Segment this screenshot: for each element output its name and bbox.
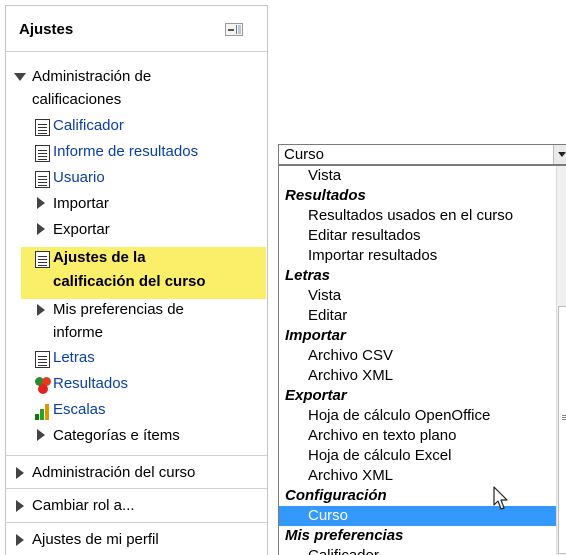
cambiar-rol-node[interactable]: Cambiar rol a... xyxy=(32,494,135,517)
admin-curso-node[interactable]: Administración del curso xyxy=(32,461,195,484)
dock-block-icon[interactable] xyxy=(225,23,243,36)
collapsed-arrow-icon[interactable] xyxy=(16,534,24,546)
option-group-label: Exportar xyxy=(285,387,347,404)
option[interactable]: Vista xyxy=(279,286,557,306)
option[interactable]: Hoja de cálculo OpenOffice xyxy=(279,406,557,426)
letters-page-icon xyxy=(35,351,50,368)
option-group-label: Resultados xyxy=(285,187,366,204)
grade-admin-node-line1[interactable]: Administración de xyxy=(32,65,151,88)
option-selected[interactable]: Curso xyxy=(279,506,557,526)
option[interactable]: Hoja de cálculo Excel xyxy=(279,446,557,466)
divider xyxy=(6,522,267,523)
ajustes-calificacion-line1[interactable]: Ajustes de la xyxy=(53,246,146,269)
collapsed-arrow-icon[interactable] xyxy=(37,304,45,316)
exportar-node[interactable]: Exportar xyxy=(53,218,110,241)
mis-preferencias-line2[interactable]: informe xyxy=(53,321,103,344)
option[interactable]: Editar xyxy=(279,306,557,326)
block-title: Ajustes xyxy=(19,21,74,38)
mis-preferencias-line1[interactable]: Mis preferencias de xyxy=(53,298,184,321)
resultados-link[interactable]: Resultados xyxy=(53,372,128,395)
option[interactable]: Archivo en texto plano xyxy=(279,426,557,446)
outcomes-icon xyxy=(35,377,52,394)
report-page-icon xyxy=(35,119,50,136)
collapsed-arrow-icon[interactable] xyxy=(16,500,24,512)
option[interactable]: Vista xyxy=(279,166,557,186)
option-group-label: Mis preferencias xyxy=(285,527,404,544)
option-group-label: Letras xyxy=(285,267,331,284)
collapsed-arrow-icon[interactable] xyxy=(37,197,45,209)
divider xyxy=(6,455,267,456)
categorias-node[interactable]: Categorías e ítems xyxy=(53,424,180,447)
mouse-pointer-icon xyxy=(493,486,508,510)
option[interactable]: Importar resultados xyxy=(279,246,557,266)
collapsed-arrow-icon[interactable] xyxy=(37,223,45,235)
calificador-link[interactable]: Calificador xyxy=(53,114,124,137)
importar-node[interactable]: Importar xyxy=(53,192,109,215)
settings-block: Ajustes Administración de calificaciones… xyxy=(5,5,268,555)
option[interactable]: Archivo XML xyxy=(279,366,557,386)
option[interactable]: Resultados usados en el curso xyxy=(279,206,557,226)
report-page-icon xyxy=(35,171,50,188)
report-page-icon xyxy=(35,145,50,162)
dropdown-arrow-icon[interactable] xyxy=(553,145,566,164)
option[interactable]: Archivo XML xyxy=(279,466,557,486)
option[interactable]: Calificador xyxy=(279,546,557,555)
grade-admin-node-line2[interactable]: calificaciones xyxy=(32,88,121,111)
letras-link[interactable]: Letras xyxy=(53,346,95,369)
block-header: Ajustes xyxy=(6,6,267,52)
dropdown-scrollbar[interactable] xyxy=(556,166,566,555)
informe-resultados-link[interactable]: Informe de resultados xyxy=(53,140,198,163)
usuario-link[interactable]: Usuario xyxy=(53,166,105,189)
expanded-arrow-icon[interactable] xyxy=(14,73,26,81)
scrollbar-thumb[interactable] xyxy=(558,306,566,554)
scales-icon xyxy=(35,403,52,420)
ajustes-calificacion-line2[interactable]: calificación del curso xyxy=(53,270,206,293)
collapsed-arrow-icon[interactable] xyxy=(16,467,24,479)
select-current-value: Curso xyxy=(284,146,325,163)
option-group-label: Importar xyxy=(285,327,346,344)
settings-page-icon xyxy=(35,251,50,268)
select-dropdown-list: Vista Resultados Resultados usados en el… xyxy=(278,165,566,555)
option-group-label: Configuración xyxy=(285,487,387,504)
ajustes-perfil-node[interactable]: Ajustes de mi perfil xyxy=(32,528,159,551)
option[interactable]: Archivo CSV xyxy=(279,346,557,366)
jump-to-select[interactable]: Curso xyxy=(278,144,566,165)
divider xyxy=(6,488,267,489)
collapsed-arrow-icon[interactable] xyxy=(37,429,45,441)
option[interactable]: Editar resultados xyxy=(279,226,557,246)
escalas-link[interactable]: Escalas xyxy=(53,398,106,421)
